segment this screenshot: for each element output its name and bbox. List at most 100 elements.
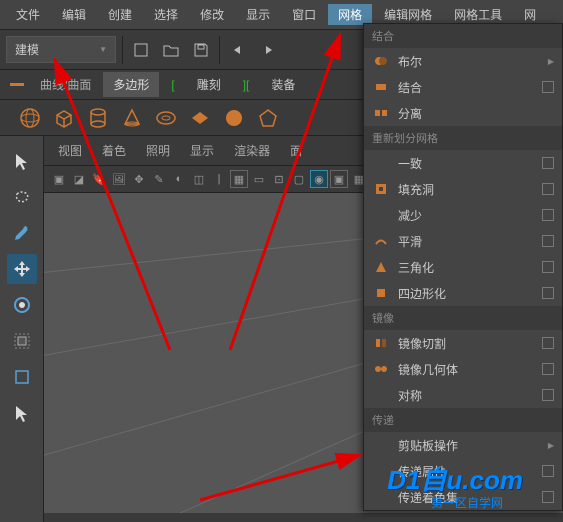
dd-clipboard[interactable]: 剪贴板操作 ▶ — [364, 432, 562, 458]
curve-indicator — [6, 83, 28, 86]
dd-smooth[interactable]: 平滑 — [364, 228, 562, 254]
dd-triangulate[interactable]: 三角化 — [364, 254, 562, 280]
option-box-icon[interactable] — [542, 209, 554, 221]
booleans-icon — [372, 52, 390, 70]
option-box-icon[interactable] — [542, 465, 554, 477]
tab-sculpt[interactable]: 雕刻 — [187, 72, 231, 97]
menu-select[interactable]: 选择 — [144, 4, 188, 25]
menu-edit[interactable]: 编辑 — [52, 4, 96, 25]
chevron-right-icon: ▶ — [548, 57, 554, 66]
plane-icon[interactable] — [188, 106, 212, 130]
option-box-icon[interactable] — [542, 287, 554, 299]
dd-combine[interactable]: 结合 — [364, 74, 562, 100]
ghost-icon[interactable]: ◐ — [170, 170, 188, 188]
sphere-icon[interactable] — [18, 106, 42, 130]
mode-select[interactable]: 建模 ▼ — [6, 36, 116, 63]
resolution-icon[interactable]: ⊡ — [270, 170, 288, 188]
2d-pan-icon[interactable]: ✥ — [130, 170, 148, 188]
symmetry-icon — [372, 386, 390, 404]
move-tool-icon[interactable] — [7, 254, 37, 284]
platonic-icon[interactable] — [256, 106, 280, 130]
tab-sculpt-close: ][ — [233, 74, 260, 96]
rotate-tool-icon[interactable] — [7, 290, 37, 320]
option-box-icon[interactable] — [542, 337, 554, 349]
vp-view[interactable]: 视图 — [50, 140, 90, 161]
menu-meshtools[interactable]: 网格工具 — [444, 4, 512, 25]
scale-tool-icon[interactable] — [7, 326, 37, 356]
bookmark-icon[interactable]: 🔖 — [90, 170, 108, 188]
vp-panels[interactable]: 面 — [282, 140, 310, 161]
option-box-icon[interactable] — [542, 389, 554, 401]
divider — [219, 36, 220, 64]
option-box-icon[interactable] — [542, 235, 554, 247]
new-scene-icon[interactable] — [129, 38, 153, 62]
dd-conform[interactable]: 一致 — [364, 150, 562, 176]
gate-mask-icon[interactable]: ▢ — [290, 170, 308, 188]
shaded-icon[interactable]: ▣ — [330, 170, 348, 188]
isolate-icon[interactable]: ◫ — [190, 170, 208, 188]
selection-arrow-icon[interactable] — [7, 398, 37, 428]
dd-quadrangulate[interactable]: 四边形化 — [364, 280, 562, 306]
save-icon[interactable] — [189, 38, 213, 62]
option-box-icon[interactable] — [542, 363, 554, 375]
combine-icon — [372, 78, 390, 96]
menu-window[interactable]: 窗口 — [282, 4, 326, 25]
menu-file[interactable]: 文件 — [6, 4, 50, 25]
reduce-icon — [372, 206, 390, 224]
dd-separate[interactable]: 分离 — [364, 100, 562, 126]
tab-polygons[interactable]: 多边形 — [103, 72, 159, 97]
sep-icon: | — [210, 170, 228, 188]
vp-shading[interactable]: 着色 — [94, 140, 134, 161]
menu-modify[interactable]: 修改 — [190, 4, 234, 25]
divider — [122, 36, 123, 64]
menu-display[interactable]: 显示 — [236, 4, 280, 25]
select-tool-icon[interactable] — [7, 146, 37, 176]
watermark-logo: D1自u.com — [387, 460, 523, 497]
wireframe-icon[interactable]: ◉ — [310, 170, 328, 188]
chevron-down-icon: ▼ — [99, 45, 107, 54]
cylinder-icon[interactable] — [86, 106, 110, 130]
mirrorcut-icon — [372, 334, 390, 352]
dd-sec-remesh: 重新划分网格 — [364, 126, 562, 150]
grease-icon[interactable]: ✎ — [150, 170, 168, 188]
camera-select-icon[interactable]: ▣ — [50, 170, 68, 188]
open-folder-icon[interactable] — [159, 38, 183, 62]
paint-tool-icon[interactable] — [7, 218, 37, 248]
disc-icon[interactable] — [222, 106, 246, 130]
dd-booleans[interactable]: 布尔 ▶ — [364, 48, 562, 74]
mode-label: 建模 — [15, 41, 39, 58]
cone-icon[interactable] — [120, 106, 144, 130]
dd-mirrorcut[interactable]: 镜像切割 — [364, 330, 562, 356]
option-box-icon[interactable] — [542, 491, 554, 503]
menu-mesh-cut[interactable]: 网 — [514, 4, 546, 25]
vp-lighting[interactable]: 照明 — [138, 140, 178, 161]
watermark-sub: 第一区自学网 — [431, 494, 503, 511]
option-box-icon[interactable] — [542, 261, 554, 273]
film-gate-icon[interactable]: ▭ — [250, 170, 268, 188]
redo-icon[interactable] — [256, 38, 280, 62]
tab-curves[interactable]: 曲线/曲面 — [30, 72, 101, 97]
cube-icon[interactable] — [52, 106, 76, 130]
image-plane-icon[interactable]: 🖼 — [110, 170, 128, 188]
vp-show[interactable]: 显示 — [182, 140, 222, 161]
last-tool-icon[interactable] — [7, 362, 37, 392]
dd-mirrorgeo[interactable]: 镜像几何体 — [364, 356, 562, 382]
active-bar-icon — [10, 83, 24, 86]
undo-icon[interactable] — [226, 38, 250, 62]
dd-fillhole[interactable]: 填充洞 — [364, 176, 562, 202]
option-box-icon[interactable] — [542, 183, 554, 195]
option-box-icon[interactable] — [542, 157, 554, 169]
menu-editmesh[interactable]: 编辑网格 — [374, 4, 442, 25]
dd-symmetry[interactable]: 对称 — [364, 382, 562, 408]
torus-icon[interactable] — [154, 106, 178, 130]
camera-attr-icon[interactable]: ◪ — [70, 170, 88, 188]
option-box-icon[interactable] — [542, 81, 554, 93]
tab-sculpt-open: [ — [161, 74, 184, 96]
grid-icon[interactable]: ▦ — [230, 170, 248, 188]
menu-create[interactable]: 创建 — [98, 4, 142, 25]
tab-rigging[interactable]: 装备 — [261, 72, 305, 97]
lasso-tool-icon[interactable] — [7, 182, 37, 212]
vp-renderer[interactable]: 渲染器 — [226, 140, 278, 161]
menu-mesh[interactable]: 网格 — [328, 4, 372, 25]
dd-reduce[interactable]: 减少 — [364, 202, 562, 228]
